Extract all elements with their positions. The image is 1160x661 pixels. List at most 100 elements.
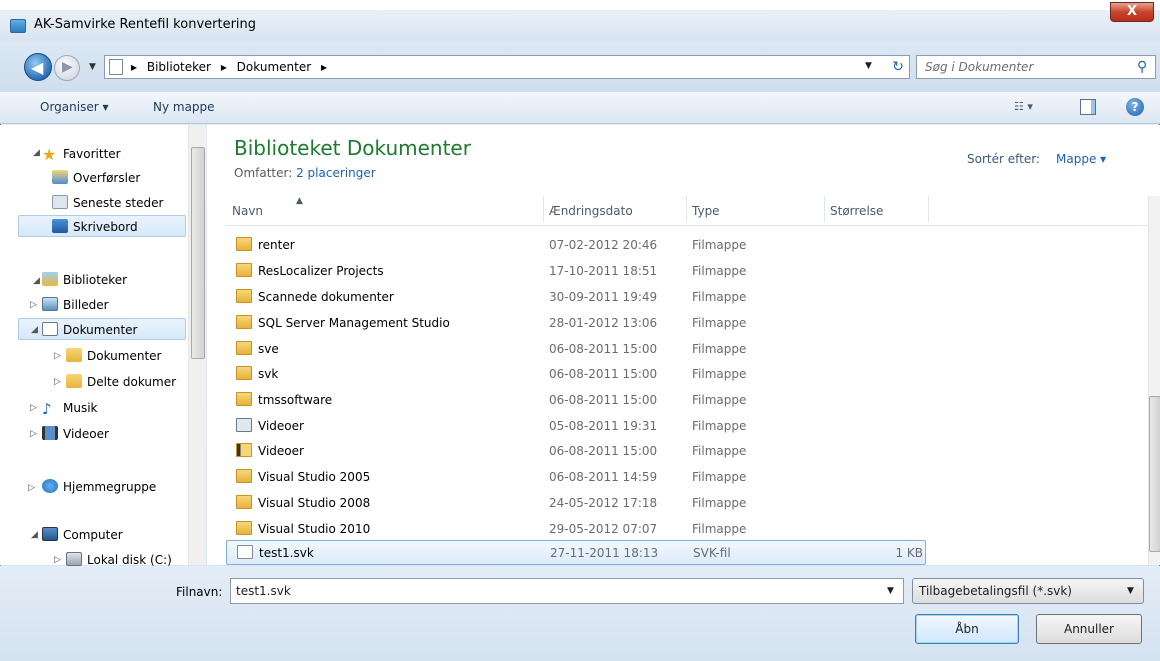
nav-scroll-thumb[interactable] bbox=[191, 147, 205, 359]
address-dropdown-icon[interactable]: ▼ bbox=[865, 61, 872, 71]
item-type: Filmappe bbox=[692, 444, 747, 458]
collapsed-arrow-icon[interactable]: ▷ bbox=[54, 555, 61, 565]
collapsed-arrow-icon[interactable]: ▷ bbox=[30, 403, 37, 413]
collapsed-arrow-icon[interactable]: ▷ bbox=[54, 377, 61, 387]
downloads-icon bbox=[52, 170, 68, 184]
help-icon[interactable]: ? bbox=[1126, 98, 1144, 116]
address-bar[interactable]: ▸ Biblioteker ▸ Dokumenter ▸ ▼ bbox=[104, 55, 910, 79]
item-type: Filmappe bbox=[692, 367, 747, 381]
chevron-down-icon[interactable]: ▼ bbox=[887, 586, 894, 596]
nav-label: Musik bbox=[63, 401, 98, 415]
list-item[interactable]: Visual Studio 2005 06-08-2011 14:59 Filmap… bbox=[226, 465, 926, 490]
open-button[interactable]: Åbn bbox=[915, 614, 1019, 644]
expanded-arrow-icon[interactable]: ◢ bbox=[31, 530, 38, 540]
file-icon bbox=[237, 545, 253, 559]
column-divider[interactable] bbox=[686, 196, 687, 222]
expanded-arrow-icon[interactable]: ◢ bbox=[33, 276, 40, 286]
item-date: 06-08-2011 15:00 bbox=[549, 367, 658, 381]
column-name[interactable]: Navn bbox=[232, 204, 263, 218]
list-item[interactable]: SQL Server Management Studio 28-01-2012 1… bbox=[226, 311, 926, 336]
nav-recent-places[interactable]: Seneste steder bbox=[52, 195, 163, 210]
sort-ascending-icon: ▲ bbox=[296, 196, 303, 206]
nav-videos[interactable]: Videoer bbox=[42, 426, 109, 441]
file-list-scroll-thumb[interactable] bbox=[1149, 396, 1160, 552]
nav-label: Delte dokumer bbox=[87, 375, 177, 389]
column-divider[interactable] bbox=[928, 196, 929, 222]
nav-label: Lokal disk (C:) bbox=[87, 553, 172, 567]
nav-label: Billeder bbox=[63, 298, 109, 312]
nav-shared-documents[interactable]: Delte dokumer bbox=[66, 374, 176, 389]
refresh-icon[interactable]: ↻ bbox=[886, 55, 910, 79]
nav-documents[interactable]: Dokumenter bbox=[42, 322, 137, 337]
breadcrumb-separator-icon: ▸ bbox=[220, 60, 227, 74]
expanded-arrow-icon[interactable]: ◢ bbox=[31, 325, 38, 335]
nav-music[interactable]: ♪ Musik bbox=[42, 400, 98, 418]
column-divider[interactable] bbox=[824, 196, 825, 222]
collapsed-arrow-icon[interactable]: ▷ bbox=[54, 351, 61, 361]
collapsed-arrow-icon[interactable]: ▷ bbox=[28, 483, 35, 493]
list-item[interactable]: ResLocalizer Projects 17-10-2011 18:51 Fil… bbox=[226, 259, 926, 284]
recent-pages-dropdown[interactable]: ▼ bbox=[89, 62, 96, 72]
back-button[interactable]: ◀ bbox=[24, 53, 52, 81]
list-item[interactable]: sve 06-08-2011 15:00 Filmappe bbox=[226, 337, 926, 362]
item-type: Filmappe bbox=[692, 264, 747, 278]
nav-pictures[interactable]: Billeder bbox=[42, 297, 109, 312]
close-button[interactable]: X bbox=[1110, 2, 1154, 22]
nav-downloads[interactable]: Overførsler bbox=[52, 170, 140, 185]
includes-label: Omfatter: bbox=[234, 166, 293, 180]
change-view-icon[interactable]: ☷ ▾ bbox=[1014, 100, 1044, 116]
item-date: 24-05-2012 17:18 bbox=[549, 496, 658, 510]
nav-homegroup[interactable]: Hjemmegruppe bbox=[42, 479, 156, 494]
search-input[interactable]: Søg i Dokumenter ⚲ bbox=[916, 55, 1156, 79]
column-type[interactable]: Type bbox=[692, 204, 720, 218]
filename-label: Filnavn: bbox=[176, 585, 223, 599]
column-date[interactable]: Ændringsdato bbox=[549, 204, 633, 218]
folder-icon bbox=[236, 495, 252, 509]
organize-menu[interactable]: Organiser ▾ bbox=[40, 100, 108, 114]
nav-label: Biblioteker bbox=[63, 273, 128, 287]
collapsed-arrow-icon[interactable]: ▷ bbox=[30, 429, 37, 439]
list-item-selected[interactable]: test1.svk 27-11-2011 18:13 SVK-fil 1 KB bbox=[226, 540, 926, 565]
expanded-arrow-icon[interactable]: ◢ bbox=[33, 148, 40, 158]
sort-dropdown[interactable]: Mappe ▾ bbox=[1056, 152, 1106, 166]
nav-local-disk[interactable]: Lokal disk (C:) bbox=[66, 552, 172, 567]
item-size: 1 KB bbox=[895, 546, 923, 560]
item-name: Visual Studio 2008 bbox=[258, 496, 371, 510]
nav-desktop[interactable]: Skrivebord bbox=[52, 219, 138, 234]
item-name: ResLocalizer Projects bbox=[258, 264, 384, 278]
column-divider[interactable] bbox=[543, 196, 544, 222]
list-item[interactable]: svk 06-08-2011 15:00 Filmappe bbox=[226, 362, 926, 387]
cancel-button[interactable]: Annuller bbox=[1036, 614, 1142, 644]
forward-button[interactable]: ▶ bbox=[54, 55, 80, 81]
item-date: 05-08-2011 19:31 bbox=[549, 419, 658, 433]
column-size[interactable]: Størrelse bbox=[830, 204, 883, 218]
nav-label: Dokumenter bbox=[87, 349, 162, 363]
nav-libraries[interactable]: Biblioteker bbox=[42, 272, 127, 287]
nav-scrollbar[interactable] bbox=[188, 125, 206, 565]
videos-icon bbox=[42, 426, 58, 440]
list-item[interactable]: Scannede dokumenter 30-09-2011 19:49 Filma… bbox=[226, 285, 926, 310]
search-icon[interactable]: ⚲ bbox=[1137, 59, 1147, 75]
breadcrumb-documents[interactable]: Dokumenter bbox=[237, 60, 311, 74]
list-item[interactable]: renter 07-02-2012 20:46 Filmappe bbox=[226, 233, 926, 258]
item-type: Filmappe bbox=[692, 316, 747, 330]
nav-label: Dokumenter bbox=[63, 323, 138, 337]
includes-link[interactable]: 2 placeringer bbox=[296, 166, 376, 180]
filetype-select[interactable]: Tilbagebetalingsfil (*.svk) ▼ bbox=[912, 578, 1144, 604]
nav-computer[interactable]: Computer bbox=[42, 527, 123, 542]
nav-favorites[interactable]: ★ Favoritter bbox=[42, 145, 121, 164]
list-item[interactable]: Videoer 05-08-2011 19:31 Filmappe bbox=[226, 414, 926, 439]
list-item[interactable]: tmssoftware 06-08-2011 15:00 Filmappe bbox=[226, 388, 926, 413]
file-list-scrollbar[interactable] bbox=[1148, 196, 1160, 565]
breadcrumb-libraries[interactable]: Biblioteker bbox=[147, 60, 211, 74]
new-folder-button[interactable]: Ny mappe bbox=[153, 100, 215, 114]
preview-pane-icon[interactable] bbox=[1080, 99, 1096, 115]
collapsed-arrow-icon[interactable]: ▷ bbox=[30, 300, 37, 310]
nav-my-documents[interactable]: Dokumenter bbox=[66, 348, 161, 363]
list-item[interactable]: Videoer 06-08-2011 15:00 Filmappe bbox=[226, 439, 926, 464]
list-item[interactable]: Visual Studio 2008 24-05-2012 17:18 Filmap… bbox=[226, 491, 926, 516]
item-name: tmssoftware bbox=[258, 393, 333, 407]
filename-input[interactable]: test1.svk ▼ bbox=[230, 578, 904, 604]
list-item[interactable]: Visual Studio 2010 29-05-2012 07:07 Filmap… bbox=[226, 517, 926, 542]
sort-label: Sortér efter: bbox=[967, 152, 1040, 166]
